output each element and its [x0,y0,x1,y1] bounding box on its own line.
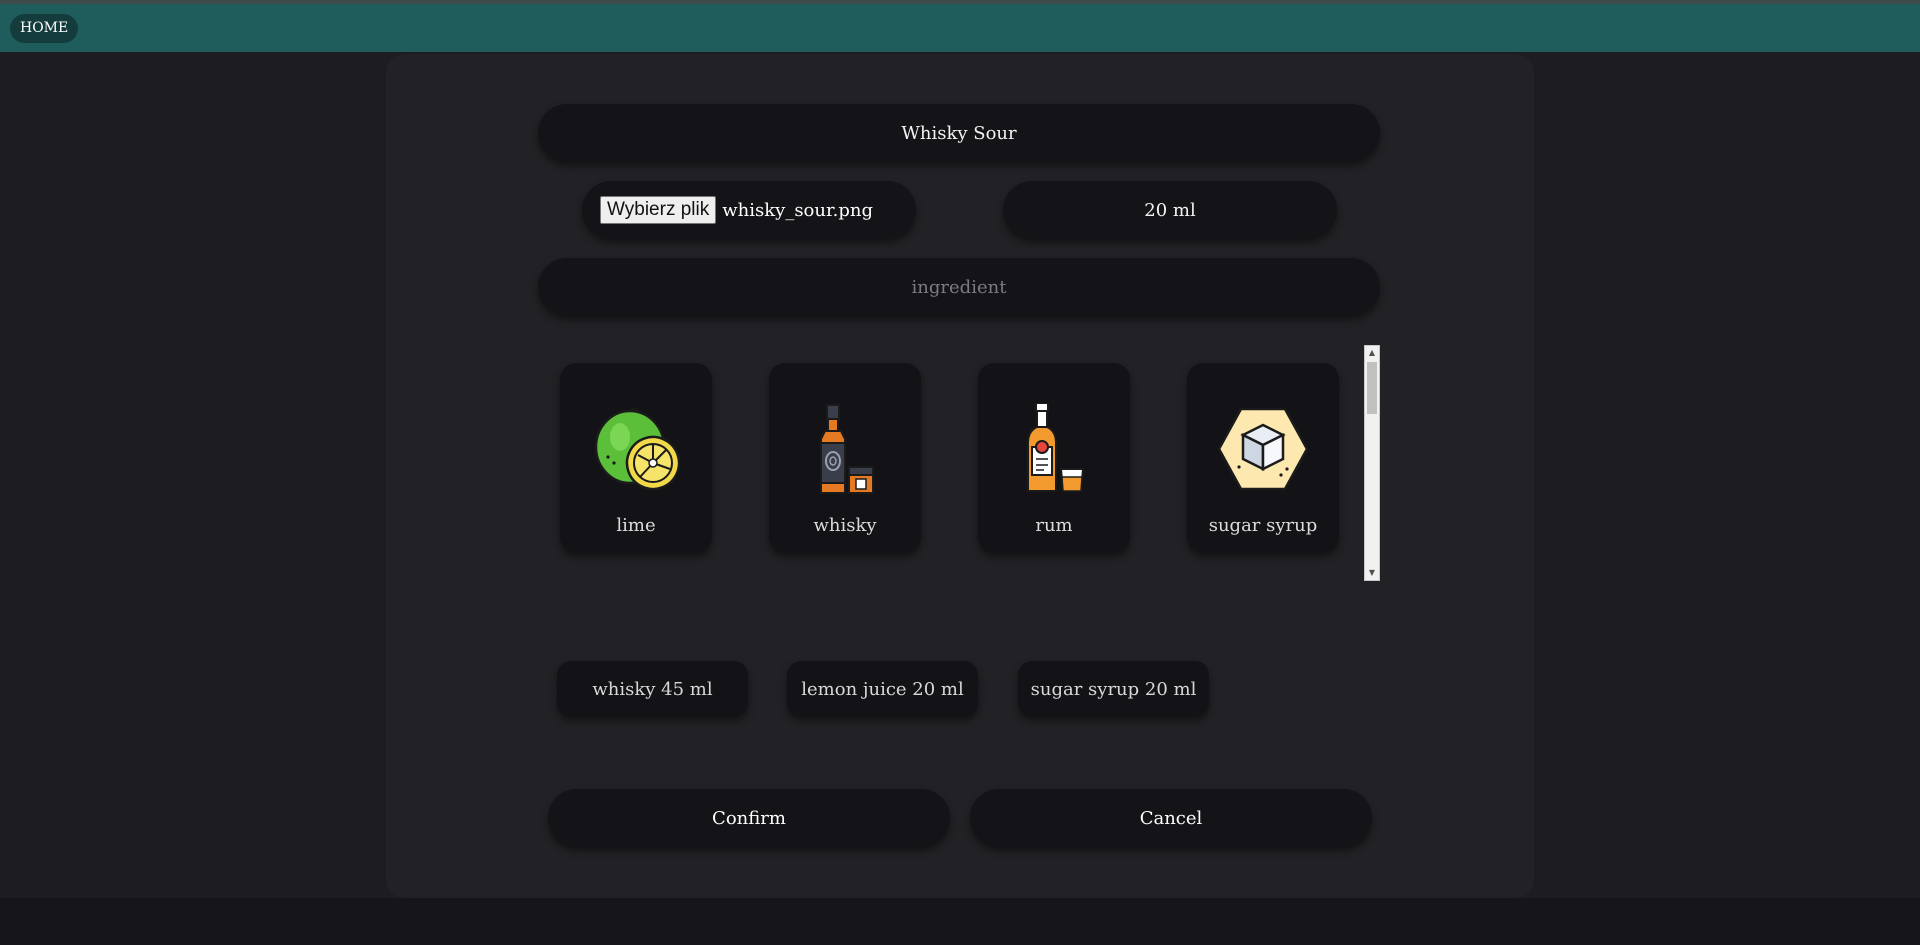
choose-file-button[interactable]: Wybierz plik [600,196,717,224]
chosen-file-name: whisky_sour.png [722,199,873,221]
amount-input[interactable]: 20 ml [1003,181,1337,239]
amount-value: 20 ml [1144,199,1196,221]
ingredient-card-label: whisky [813,515,877,536]
image-file-input[interactable]: Wybierz plik whisky_sour.png [582,181,916,239]
ingredient-card-lime[interactable]: lime [560,363,712,553]
cocktail-name-value: Whisky Sour [901,122,1017,144]
chip-label: lemon juice 20 ml [801,678,964,700]
ingredient-grid: lime whisky rum sugar syrup [538,345,1381,581]
navbar: HOME [0,4,1920,52]
ingredient-card-label: rum [1035,515,1073,536]
sugar-cube-icon [1217,407,1309,491]
scroll-thumb[interactable] [1367,362,1377,414]
chip-label: whisky 45 ml [592,678,713,700]
ingredient-card-rum[interactable]: rum [978,363,1130,553]
ingredient-search-input[interactable]: ingredient [538,258,1380,316]
home-button[interactable]: HOME [10,14,79,43]
ingredient-card-whisky[interactable]: whisky [769,363,921,553]
selected-ingredient-chip[interactable]: lemon juice 20 ml [787,661,978,717]
chip-label: sugar syrup 20 ml [1030,678,1197,700]
selected-ingredient-chip[interactable]: sugar syrup 20 ml [1018,661,1209,717]
ingredient-card-sugar-syrup[interactable]: sugar syrup [1187,363,1339,553]
ingredient-placeholder: ingredient [911,276,1007,298]
cocktail-form-panel: Whisky Sour Wybierz plik whisky_sour.png… [386,54,1534,898]
ingredient-card-label: lime [616,515,656,536]
rum-bottle-icon [1027,403,1085,492]
cancel-button[interactable]: Cancel [970,789,1372,847]
selected-ingredient-chip[interactable]: whisky 45 ml [557,661,748,717]
scroll-down-arrow-icon[interactable]: ▼ [1365,566,1379,580]
ingredient-card-label: sugar syrup [1208,515,1318,536]
cocktail-name-input[interactable]: Whisky Sour [538,104,1380,162]
lime-icon [594,407,681,491]
whisky-bottle-icon [820,404,874,494]
confirm-button[interactable]: Confirm [548,789,950,847]
scroll-up-arrow-icon[interactable]: ▲ [1365,346,1379,360]
ingredient-grid-scrollbar[interactable]: ▲ ▼ [1364,345,1380,581]
page-footer [0,898,1920,945]
